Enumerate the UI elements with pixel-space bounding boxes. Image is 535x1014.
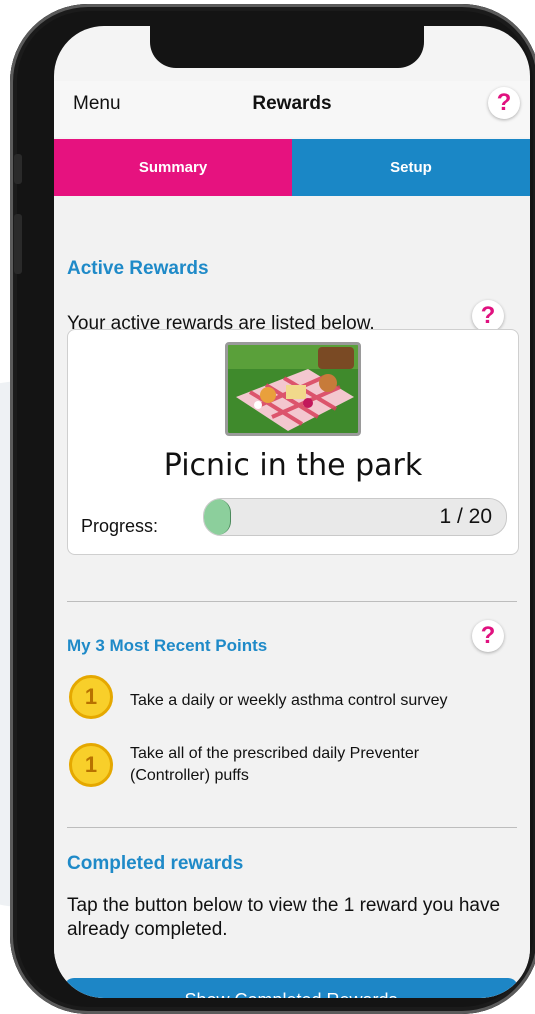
- phone-notch: [150, 26, 424, 68]
- navigation-bar: Menu Rewards ?: [54, 81, 530, 137]
- show-completed-rewards-button[interactable]: Show Completed Rewards: [64, 978, 518, 998]
- progress-label: Progress:: [81, 516, 159, 536]
- recent-points-help-icon[interactable]: ?: [472, 620, 504, 652]
- progress-fill: [204, 499, 231, 535]
- help-icon[interactable]: ?: [488, 87, 520, 119]
- completed-rewards-heading: Completed rewards: [67, 853, 244, 874]
- point-description: Take a daily or weekly asthma control su…: [130, 692, 448, 709]
- progress-bar: 1 / 20: [203, 498, 507, 536]
- tab-summary[interactable]: Summary: [54, 139, 292, 196]
- phone-frame: Menu Rewards ? Summary Setup Active Rewa…: [10, 4, 535, 1014]
- page-title: Rewards: [252, 93, 332, 114]
- divider: [67, 601, 517, 602]
- main-content: Active Rewards Your active rewards are l…: [54, 196, 530, 998]
- point-description: Take all of the prescribed daily Prevent…: [130, 745, 420, 784]
- active-rewards-heading: Active Rewards: [67, 258, 209, 279]
- active-reward-card[interactable]: Picnic in the park Progress: 1 / 20: [67, 329, 519, 555]
- volume-up-button: [14, 214, 22, 274]
- progress-value: 1 / 20: [439, 505, 492, 528]
- completed-rewards-description: Tap the button below to view the 1 rewar…: [67, 895, 501, 940]
- tab-setup[interactable]: Setup: [292, 139, 530, 196]
- picnic-photo-icon: [225, 342, 361, 436]
- app-screen: Menu Rewards ? Summary Setup Active Rewa…: [54, 26, 530, 998]
- point-coin-icon: 1: [69, 743, 113, 787]
- divider: [67, 827, 517, 828]
- active-rewards-help-icon[interactable]: ?: [472, 300, 504, 332]
- point-coin-icon: 1: [69, 675, 113, 719]
- mute-switch: [14, 154, 22, 184]
- reward-name: Picnic in the park: [163, 448, 423, 483]
- tab-bar: Summary Setup: [54, 139, 530, 196]
- recent-points-heading: My 3 Most Recent Points: [67, 636, 268, 655]
